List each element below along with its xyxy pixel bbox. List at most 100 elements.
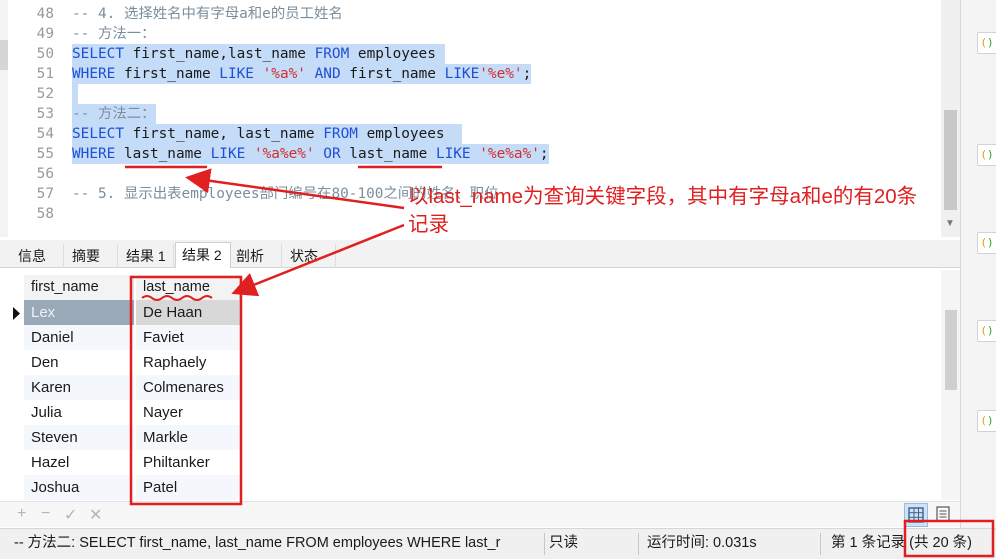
code-line[interactable]: 51 WHERE first_name LIKE '%a%' AND first_…: [0, 64, 940, 84]
grid-scroll-thumb[interactable]: [945, 310, 957, 390]
grid-cell[interactable]: Philtanker: [136, 450, 240, 475]
grid-toolbar: + − ✓ ✕: [0, 501, 960, 527]
result-grid[interactable]: first_name last_name Lex De Haan Daniel Favie…: [0, 270, 960, 500]
code-token: FROM: [314, 46, 350, 62]
grid-cell[interactable]: Steven: [24, 425, 134, 450]
delete-record-button[interactable]: −: [41, 505, 50, 523]
code-token: OR: [323, 146, 341, 162]
code-token: first_name: [115, 66, 220, 82]
code-text: WHERE first_name LIKE '%a%' AND first_na…: [72, 64, 532, 84]
code-token: WHERE: [72, 66, 116, 82]
code-line[interactable]: 48 -- 4. 选择姓名中有字母a和e的员工姓名: [0, 4, 940, 24]
code-token: LIKE: [444, 66, 480, 82]
line-number: 54: [36, 126, 54, 142]
grid-cell[interactable]: Patel: [136, 475, 240, 500]
snippet-icon[interactable]: (): [977, 32, 996, 54]
code-token: employees: [357, 126, 462, 142]
grid-cell[interactable]: Karen: [24, 375, 134, 400]
grid-view-button[interactable]: [904, 503, 928, 527]
status-readonly: 只读: [549, 535, 578, 551]
code-token: last_name: [340, 146, 436, 162]
code-token: -- 方法二：: [72, 106, 156, 122]
tab-result[interactable]: 结果 1: [120, 244, 174, 268]
apply-changes-button[interactable]: ✓: [64, 505, 77, 525]
grid-cell[interactable]: Nayer: [136, 400, 240, 425]
line-number: 57: [36, 186, 54, 202]
grid-cell[interactable]: Hazel: [24, 450, 134, 475]
code-token: '%e%a%': [479, 146, 540, 162]
tab-result[interactable]: 摘要: [66, 244, 118, 268]
status-bar: -- 方法二: SELECT first_name, last_name FRO…: [0, 528, 996, 559]
code-line[interactable]: 52: [0, 84, 940, 104]
annotation-line-2: 记录: [408, 213, 449, 236]
code-token: WHERE: [72, 146, 116, 162]
line-number: 58: [36, 206, 54, 222]
grid-cell[interactable]: Den: [24, 350, 134, 375]
tab-result[interactable]: 状态: [284, 244, 336, 268]
code-token: ;: [539, 146, 549, 162]
line-number: 51: [36, 66, 54, 82]
code-token: first_name,last_name: [123, 46, 315, 62]
code-text: [72, 84, 78, 104]
tab-result[interactable]: 信息: [12, 244, 64, 268]
line-number: 50: [36, 46, 54, 62]
status-record-count: 第 1 条记录 (共 20 条): [831, 535, 972, 551]
line-number: 56: [36, 166, 54, 182]
grid-cell[interactable]: Faviet: [136, 325, 240, 350]
snippet-icon[interactable]: (): [977, 144, 996, 166]
status-runtime: 运行时间: 0.031s: [647, 535, 757, 551]
code-token: -- 4. 选择姓名中有字母a和e的员工姓名: [72, 6, 343, 22]
line-number: 49: [36, 26, 54, 42]
grid-cell[interactable]: Julia: [24, 400, 134, 425]
grid-cell[interactable]: Colmenares: [136, 375, 240, 400]
form-view-button[interactable]: [932, 503, 956, 527]
grid-cell[interactable]: De Haan: [136, 300, 240, 325]
code-text: WHERE last_name LIKE '%a%e%' OR last_nam…: [72, 144, 549, 164]
scroll-down-icon[interactable]: ▼: [945, 218, 955, 229]
grid-cell[interactable]: Lex: [24, 300, 134, 325]
code-token: SELECT: [72, 126, 124, 142]
snippet-icon[interactable]: (): [977, 232, 996, 254]
code-text: SELECT first_name, last_name FROM employ…: [72, 124, 462, 144]
result-tabs: 信息 摘要 结果 1 结果 2 剖析 状态: [0, 240, 960, 268]
code-text: -- 方法二：: [72, 104, 156, 124]
code-text: -- 4. 选择姓名中有字母a和e的员工姓名: [72, 4, 343, 24]
code-token: '%a%': [262, 66, 306, 82]
code-line[interactable]: 56: [0, 164, 940, 184]
grid-view-icon: [908, 507, 924, 523]
grid-cell[interactable]: Daniel: [24, 325, 134, 350]
code-token: -- 方法一：: [72, 26, 156, 42]
code-token: LIKE: [210, 146, 246, 162]
code-token: LIKE: [219, 66, 254, 82]
snippet-icon[interactable]: (): [977, 320, 996, 342]
code-token: '%a%e%': [253, 146, 315, 162]
code-line[interactable]: 49 -- 方法一：: [0, 24, 940, 44]
tab-result[interactable]: 结果 2: [175, 242, 231, 268]
tab-result[interactable]: 剖析: [230, 244, 282, 268]
discard-changes-button[interactable]: ✕: [89, 505, 102, 525]
line-number: 48: [36, 6, 54, 22]
column-header-last-name[interactable]: last_name: [136, 275, 240, 300]
grid-scrollbar[interactable]: [941, 270, 960, 500]
grid-cell[interactable]: Raphaely: [136, 350, 240, 375]
snippet-icon[interactable]: (): [977, 410, 996, 432]
add-record-button[interactable]: +: [17, 505, 26, 523]
code-line[interactable]: 55 WHERE last_name LIKE '%a%e%' OR last_n…: [0, 144, 940, 164]
code-token: first_name: [340, 66, 445, 82]
annotation-note: 以last_name为查询关键字段，其中有字母a和e的有20条 记录: [408, 183, 996, 236]
code-text: SELECT first_name,last_name FROM employe…: [72, 44, 445, 64]
grid-cell[interactable]: Joshua: [24, 475, 134, 500]
column-header-first-name[interactable]: first_name: [24, 275, 134, 300]
grid-cell[interactable]: Markle: [136, 425, 240, 450]
code-line[interactable]: 54 SELECT first_name, last_name FROM empl…: [0, 124, 940, 144]
code-token: '%e%': [479, 66, 523, 82]
code-line[interactable]: 50 SELECT first_name,last_name FROM emplo…: [0, 44, 940, 64]
annotation-line-1: 以last_name为查询关键字段，其中有字母a和e的有20条: [408, 185, 918, 208]
code-token: FROM: [323, 126, 358, 142]
code-line[interactable]: 53 -- 方法二：: [0, 104, 940, 124]
status-query-text: -- 方法二: SELECT first_name, last_name FRO…: [14, 535, 501, 551]
code-token: first_name, last_name: [123, 126, 324, 142]
